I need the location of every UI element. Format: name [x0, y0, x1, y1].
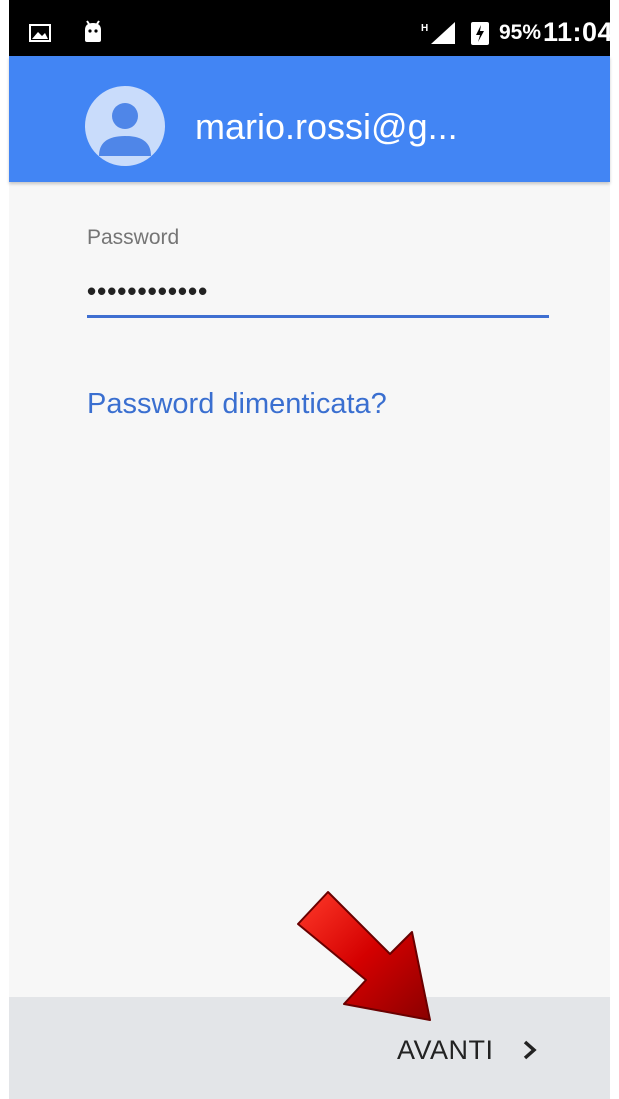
next-button-label: AVANTI: [397, 1034, 494, 1065]
account-email: mario.rossi@g...: [195, 106, 458, 147]
login-screen: H 95% 11:04 mario.rossi@g... Password Pa…: [0, 0, 619, 1099]
chevron-right-icon: [523, 1040, 537, 1060]
signal-icon: H: [421, 22, 455, 44]
battery-charging-icon: [471, 22, 489, 45]
forgot-password-link[interactable]: Password dimenticata?: [87, 388, 387, 421]
gallery-icon: [29, 24, 51, 42]
password-label: Password: [87, 226, 180, 249]
account-header: mario.rossi@g...: [9, 56, 610, 182]
red-arrow-icon: [297, 891, 431, 1021]
account-avatar-icon: [85, 86, 165, 166]
next-button[interactable]: AVANTI: [379, 1027, 556, 1073]
password-field[interactable]: [87, 268, 549, 318]
battery-percent: 95%: [499, 21, 542, 44]
status-bar: H 95% 11:04: [9, 0, 614, 56]
network-type-label: H: [421, 23, 428, 34]
android-icon: [85, 20, 101, 42]
clock: 11:04: [543, 17, 614, 47]
